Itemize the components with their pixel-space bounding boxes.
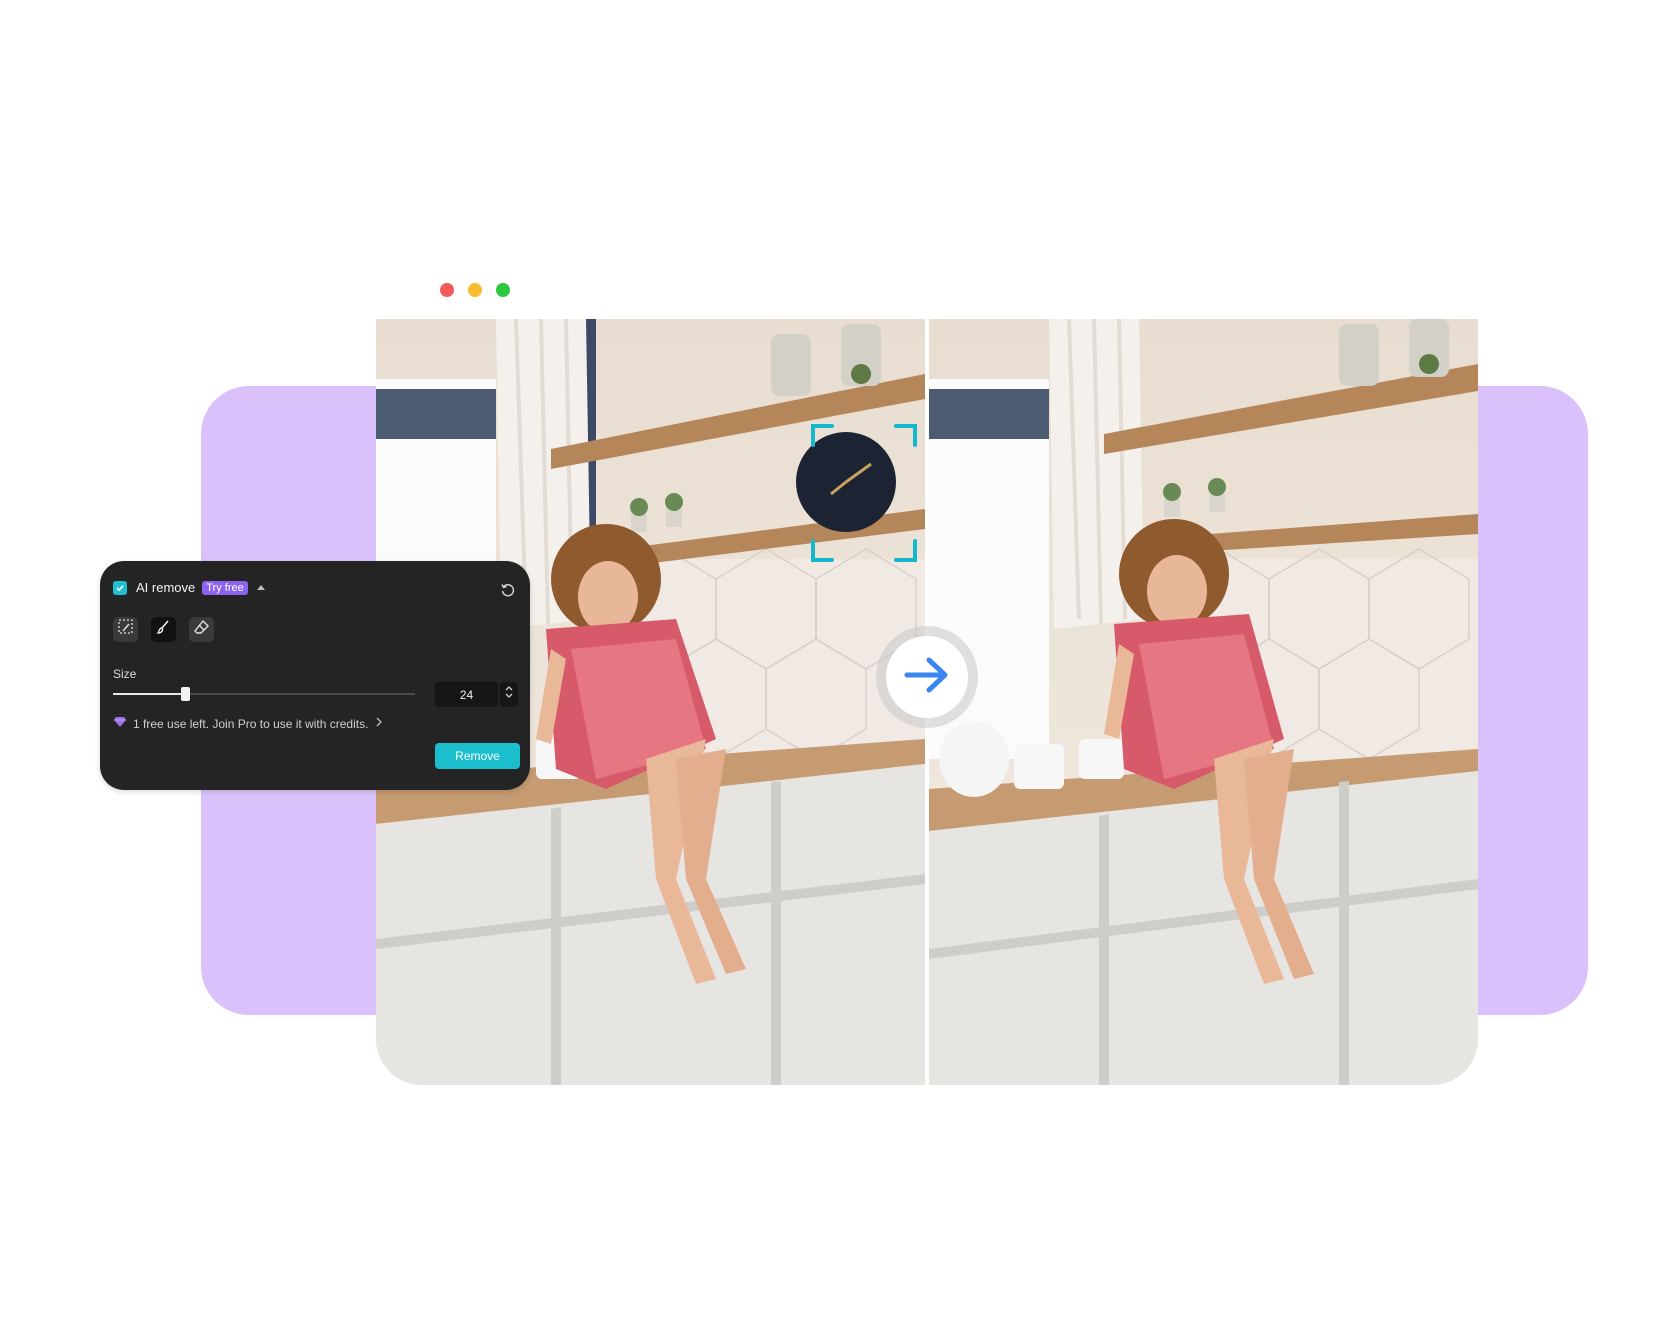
after-image [929, 319, 1478, 1085]
enable-checkbox[interactable] [113, 580, 127, 595]
compare-arrow [876, 626, 978, 728]
selection-frame [810, 423, 918, 563]
size-label: Size [113, 667, 137, 681]
close-dot[interactable] [440, 283, 454, 297]
diamond-icon [113, 716, 127, 731]
size-slider-fill [113, 693, 185, 695]
brush-icon [155, 618, 173, 641]
minimize-dot[interactable] [468, 283, 482, 297]
credits-info[interactable]: 1 free use left. Join Pro to use it with… [113, 716, 384, 731]
size-stepper[interactable] [500, 682, 518, 707]
try-free-badge: Try free [202, 580, 248, 595]
eraser-tool[interactable] [189, 617, 214, 642]
credits-text: 1 free use left. Join Pro to use it with… [133, 716, 369, 731]
rect-select-tool[interactable] [113, 617, 138, 642]
maximize-dot[interactable] [496, 283, 510, 297]
eraser-icon [193, 618, 211, 641]
size-slider[interactable] [113, 687, 415, 701]
size-input[interactable]: 24 [435, 682, 498, 707]
arrow-right-icon [903, 655, 951, 700]
rect-select-icon [117, 618, 135, 641]
tool-row [113, 617, 214, 642]
brush-tool[interactable] [151, 617, 176, 642]
panel-header: AI remove Try free [113, 580, 265, 595]
size-slider-thumb[interactable] [181, 687, 190, 701]
panel-title: AI remove [136, 580, 196, 595]
chevron-right-icon[interactable] [374, 716, 384, 731]
remove-button[interactable]: Remove [435, 743, 520, 769]
reset-icon[interactable] [500, 582, 516, 603]
collapse-caret-icon[interactable] [256, 585, 265, 590]
window-controls [440, 283, 510, 297]
stepper-arrows-icon [504, 684, 514, 705]
ai-remove-panel: AI remove Try free Size 24 1 free use le… [100, 561, 530, 790]
